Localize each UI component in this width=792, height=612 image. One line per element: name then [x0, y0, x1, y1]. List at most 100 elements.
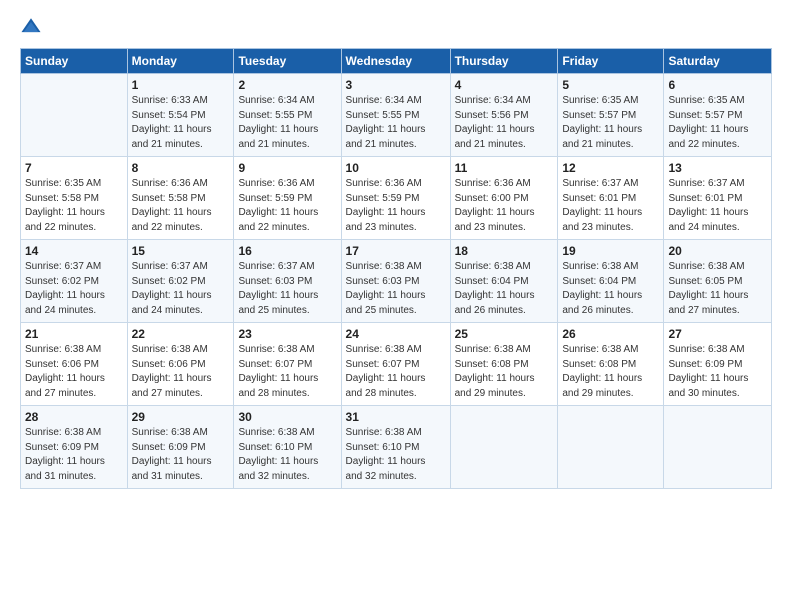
- day-detail: Sunrise: 6:37 AMSunset: 6:02 PMDaylight:…: [132, 260, 230, 318]
- cell-1-3: 2 Sunrise: 6:34 AMSunset: 5:55 PMDaylight…: [234, 74, 341, 157]
- day-detail: Sunrise: 6:34 AMSunset: 5:55 PMDaylight:…: [346, 94, 446, 152]
- day-detail: Sunrise: 6:38 AMSunset: 6:04 PMDaylight:…: [562, 260, 659, 318]
- day-number: 2: [238, 78, 336, 92]
- cell-5-5: [450, 406, 558, 489]
- day-detail: Sunrise: 6:36 AMSunset: 5:59 PMDaylight:…: [346, 177, 446, 235]
- cell-2-1: 7Sunrise: 6:35 AMSunset: 5:58 PMDaylight…: [21, 157, 128, 240]
- day-number: 3: [346, 78, 446, 92]
- day-detail: Sunrise: 6:38 AMSunset: 6:10 PMDaylight:…: [346, 426, 446, 484]
- day-number: 14: [25, 244, 123, 258]
- cell-3-2: 15 Sunrise: 6:37 AMSunset: 6:02 PMDayligh…: [127, 240, 234, 323]
- day-number: 12: [562, 161, 659, 175]
- cell-3-6: 19 Sunrise: 6:38 AMSunset: 6:04 PMDayligh…: [558, 240, 664, 323]
- day-detail: Sunrise: 6:36 AMSunset: 5:58 PMDaylight:…: [132, 177, 230, 235]
- cell-4-4: 24 Sunrise: 6:38 AMSunset: 6:07 PMDayligh…: [341, 323, 450, 406]
- day-detail: Sunrise: 6:38 AMSunset: 6:06 PMDaylight:…: [132, 343, 230, 401]
- day-number: 4: [455, 78, 554, 92]
- cell-4-1: 21 Sunrise: 6:38 AMSunset: 6:06 PMDayligh…: [21, 323, 128, 406]
- week-row-2: 7Sunrise: 6:35 AMSunset: 5:58 PMDaylight…: [21, 157, 772, 240]
- day-number: 16: [238, 244, 336, 258]
- logo-icon: [20, 16, 42, 38]
- header: [20, 16, 772, 38]
- day-number: 29: [132, 410, 230, 424]
- logo: [20, 16, 46, 38]
- day-number: 22: [132, 327, 230, 341]
- day-detail: Sunrise: 6:38 AMSunset: 6:08 PMDaylight:…: [455, 343, 554, 401]
- cell-5-1: 28Sunrise: 6:38 AMSunset: 6:09 PMDayligh…: [21, 406, 128, 489]
- day-detail: Sunrise: 6:38 AMSunset: 6:09 PMDaylight:…: [668, 343, 767, 401]
- week-row-3: 14 Sunrise: 6:37 AMSunset: 6:02 PMDayligh…: [21, 240, 772, 323]
- day-number: 8: [132, 161, 230, 175]
- day-detail: Sunrise: 6:36 AMSunset: 5:59 PMDaylight:…: [238, 177, 336, 235]
- day-detail: Sunrise: 6:38 AMSunset: 6:07 PMDaylight:…: [238, 343, 336, 401]
- day-number: 18: [455, 244, 554, 258]
- cell-4-6: 26 Sunrise: 6:38 AMSunset: 6:08 PMDayligh…: [558, 323, 664, 406]
- cell-4-7: 27 Sunrise: 6:38 AMSunset: 6:09 PMDayligh…: [664, 323, 772, 406]
- col-header-friday: Friday: [558, 49, 664, 74]
- day-number: 31: [346, 410, 446, 424]
- cell-5-3: 30 Sunrise: 6:38 AMSunset: 6:10 PMDayligh…: [234, 406, 341, 489]
- day-detail: Sunrise: 6:38 AMSunset: 6:08 PMDaylight:…: [562, 343, 659, 401]
- day-detail: Sunrise: 6:37 AMSunset: 6:02 PMDaylight:…: [25, 260, 123, 318]
- cell-1-4: 3 Sunrise: 6:34 AMSunset: 5:55 PMDaylight…: [341, 74, 450, 157]
- cell-3-4: 17 Sunrise: 6:38 AMSunset: 6:03 PMDayligh…: [341, 240, 450, 323]
- day-detail: Sunrise: 6:35 AMSunset: 5:58 PMDaylight:…: [25, 177, 123, 235]
- cell-3-1: 14 Sunrise: 6:37 AMSunset: 6:02 PMDayligh…: [21, 240, 128, 323]
- day-detail: Sunrise: 6:38 AMSunset: 6:05 PMDaylight:…: [668, 260, 767, 318]
- day-number: 5: [562, 78, 659, 92]
- cell-1-2: 1 Sunrise: 6:33 AMSunset: 5:54 PMDaylight…: [127, 74, 234, 157]
- day-detail: Sunrise: 6:38 AMSunset: 6:07 PMDaylight:…: [346, 343, 446, 401]
- cell-1-6: 5 Sunrise: 6:35 AMSunset: 5:57 PMDaylight…: [558, 74, 664, 157]
- day-number: 30: [238, 410, 336, 424]
- day-number: 1: [132, 78, 230, 92]
- page: SundayMondayTuesdayWednesdayThursdayFrid…: [0, 0, 792, 612]
- calendar-table: SundayMondayTuesdayWednesdayThursdayFrid…: [20, 48, 772, 489]
- header-row: SundayMondayTuesdayWednesdayThursdayFrid…: [21, 49, 772, 74]
- day-detail: Sunrise: 6:35 AMSunset: 5:57 PMDaylight:…: [562, 94, 659, 152]
- day-number: 13: [668, 161, 767, 175]
- day-number: 15: [132, 244, 230, 258]
- day-detail: Sunrise: 6:38 AMSunset: 6:09 PMDaylight:…: [25, 426, 123, 484]
- cell-5-4: 31 Sunrise: 6:38 AMSunset: 6:10 PMDayligh…: [341, 406, 450, 489]
- cell-3-5: 18 Sunrise: 6:38 AMSunset: 6:04 PMDayligh…: [450, 240, 558, 323]
- cell-2-7: 13 Sunrise: 6:37 AMSunset: 6:01 PMDayligh…: [664, 157, 772, 240]
- day-detail: Sunrise: 6:37 AMSunset: 6:03 PMDaylight:…: [238, 260, 336, 318]
- cell-1-5: 4 Sunrise: 6:34 AMSunset: 5:56 PMDaylight…: [450, 74, 558, 157]
- week-row-4: 21 Sunrise: 6:38 AMSunset: 6:06 PMDayligh…: [21, 323, 772, 406]
- cell-1-1: [21, 74, 128, 157]
- col-header-saturday: Saturday: [664, 49, 772, 74]
- day-detail: Sunrise: 6:38 AMSunset: 6:04 PMDaylight:…: [455, 260, 554, 318]
- day-number: 24: [346, 327, 446, 341]
- day-detail: Sunrise: 6:36 AMSunset: 6:00 PMDaylight:…: [455, 177, 554, 235]
- col-header-thursday: Thursday: [450, 49, 558, 74]
- cell-3-7: 20Sunrise: 6:38 AMSunset: 6:05 PMDayligh…: [664, 240, 772, 323]
- day-detail: Sunrise: 6:33 AMSunset: 5:54 PMDaylight:…: [132, 94, 230, 152]
- cell-1-7: 6Sunrise: 6:35 AMSunset: 5:57 PMDaylight…: [664, 74, 772, 157]
- day-number: 11: [455, 161, 554, 175]
- day-number: 23: [238, 327, 336, 341]
- day-detail: Sunrise: 6:37 AMSunset: 6:01 PMDaylight:…: [668, 177, 767, 235]
- cell-4-2: 22 Sunrise: 6:38 AMSunset: 6:06 PMDayligh…: [127, 323, 234, 406]
- day-number: 26: [562, 327, 659, 341]
- day-number: 21: [25, 327, 123, 341]
- week-row-1: 1 Sunrise: 6:33 AMSunset: 5:54 PMDaylight…: [21, 74, 772, 157]
- cell-2-3: 9Sunrise: 6:36 AMSunset: 5:59 PMDaylight…: [234, 157, 341, 240]
- day-number: 27: [668, 327, 767, 341]
- week-row-5: 28Sunrise: 6:38 AMSunset: 6:09 PMDayligh…: [21, 406, 772, 489]
- day-detail: Sunrise: 6:38 AMSunset: 6:10 PMDaylight:…: [238, 426, 336, 484]
- cell-5-7: [664, 406, 772, 489]
- cell-5-2: 29 Sunrise: 6:38 AMSunset: 6:09 PMDayligh…: [127, 406, 234, 489]
- cell-2-6: 12 Sunrise: 6:37 AMSunset: 6:01 PMDayligh…: [558, 157, 664, 240]
- col-header-sunday: Sunday: [21, 49, 128, 74]
- cell-2-2: 8 Sunrise: 6:36 AMSunset: 5:58 PMDaylight…: [127, 157, 234, 240]
- col-header-wednesday: Wednesday: [341, 49, 450, 74]
- day-detail: Sunrise: 6:34 AMSunset: 5:56 PMDaylight:…: [455, 94, 554, 152]
- day-detail: Sunrise: 6:38 AMSunset: 6:09 PMDaylight:…: [132, 426, 230, 484]
- day-number: 17: [346, 244, 446, 258]
- day-detail: Sunrise: 6:38 AMSunset: 6:03 PMDaylight:…: [346, 260, 446, 318]
- day-detail: Sunrise: 6:34 AMSunset: 5:55 PMDaylight:…: [238, 94, 336, 152]
- col-header-tuesday: Tuesday: [234, 49, 341, 74]
- day-number: 19: [562, 244, 659, 258]
- day-detail: Sunrise: 6:38 AMSunset: 6:06 PMDaylight:…: [25, 343, 123, 401]
- day-detail: Sunrise: 6:37 AMSunset: 6:01 PMDaylight:…: [562, 177, 659, 235]
